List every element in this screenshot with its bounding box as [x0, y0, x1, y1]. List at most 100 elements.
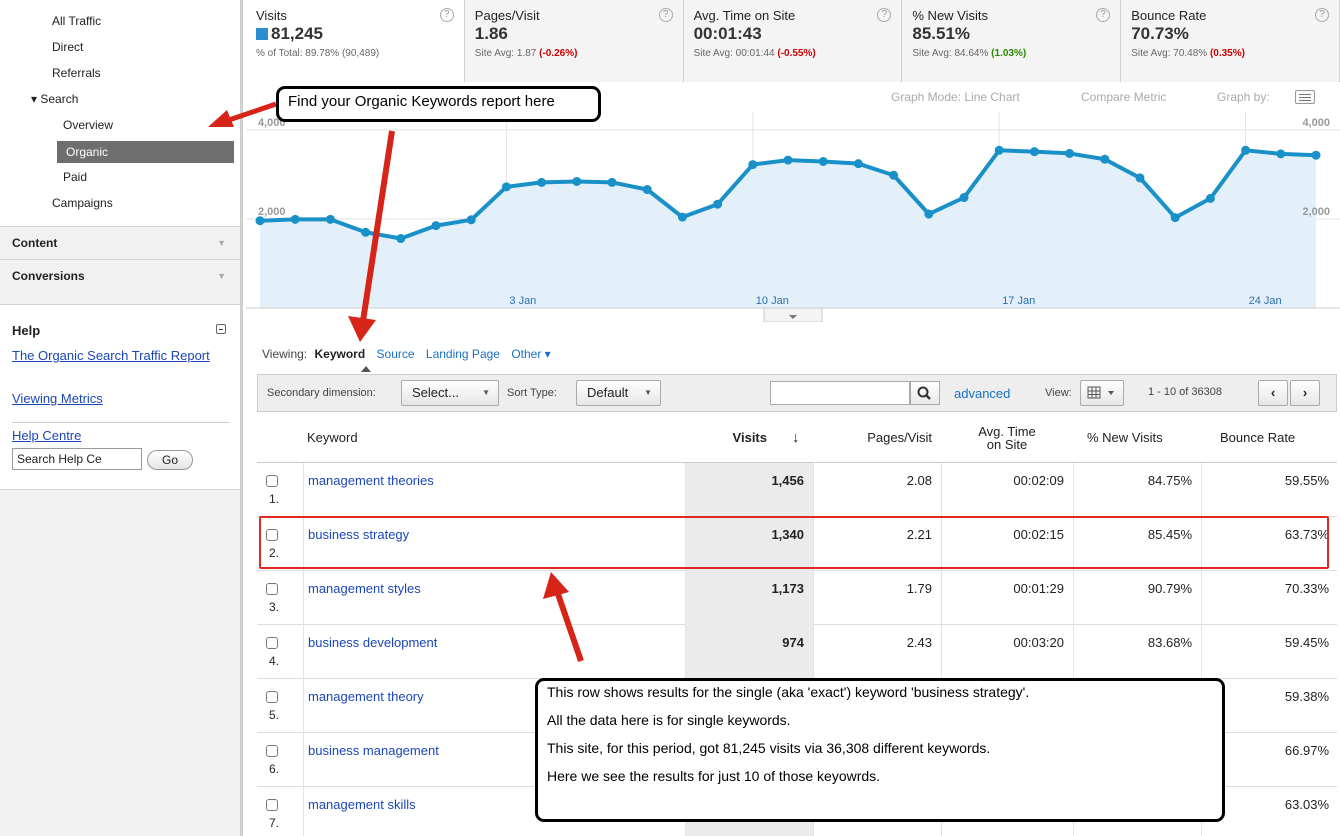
help-search-input[interactable] — [12, 448, 142, 470]
data-point — [325, 214, 335, 224]
table-header: Keyword Visits ↓ Pages/Visit Avg. Time o… — [257, 412, 1337, 463]
col-bounce-rate[interactable]: Bounce Rate — [1220, 412, 1330, 463]
row-checkbox[interactable] — [266, 583, 278, 595]
scorecard-value-text: 70.73% — [1131, 24, 1189, 43]
secondary-dimension-dropdown[interactable]: Select... ▼ — [401, 380, 499, 406]
dimension-keyword[interactable]: Keyword — [314, 347, 365, 361]
scorecard-delta: (-0.55%) — [777, 48, 816, 59]
row-number: 5. — [269, 708, 280, 722]
callout-line: Here we see the results for just 10 of t… — [547, 768, 881, 784]
help-link-viewing-metrics[interactable]: Viewing Metrics — [12, 392, 103, 406]
cell-avg-time: 00:01:29 — [941, 571, 1073, 625]
chevron-right-icon: › — [1302, 385, 1308, 400]
chevron-down-icon: ▼ — [217, 271, 226, 281]
section-conversions[interactable]: Conversions ▼ — [0, 259, 240, 291]
col-avg-time[interactable]: Avg. Time on Site — [941, 412, 1073, 463]
help-panel: Help The Organic Search Traffic Report V… — [0, 304, 240, 490]
nav-search-organic[interactable]: Organic — [57, 141, 234, 163]
scorecard-delta: (1.03%) — [991, 48, 1027, 59]
cell-new-visits: 90.79% — [1073, 571, 1201, 625]
col-visits[interactable]: Visits — [685, 412, 767, 463]
sort-descending-icon[interactable]: ↓ — [792, 412, 812, 463]
row-number: 4. — [269, 654, 280, 668]
y-tick-label-right: 4,000 — [1302, 117, 1330, 129]
row-checkbox[interactable] — [266, 799, 278, 811]
row-checkbox[interactable] — [266, 691, 278, 703]
next-page-button[interactable]: › — [1290, 380, 1320, 406]
row-checkbox[interactable] — [266, 475, 278, 487]
previous-page-button[interactable]: ‹ — [1258, 380, 1288, 406]
graph-by-icon[interactable] — [1295, 90, 1315, 104]
scorecard-label: Pages/Visit — [474, 8, 540, 23]
nav-all-traffic[interactable]: All Traffic — [52, 14, 101, 28]
data-point — [1205, 193, 1215, 203]
scorecard-value: 00:01:43 — [694, 24, 892, 44]
view-type-dropdown[interactable] — [1080, 380, 1124, 406]
sort-type-dropdown[interactable]: Default ▼ — [576, 380, 661, 406]
compare-metric-control[interactable]: Compare Metric — [1081, 90, 1166, 104]
data-point — [396, 234, 406, 244]
keyword-link[interactable]: management styles — [303, 571, 685, 625]
dimension-landing-page[interactable]: Landing Page — [426, 347, 500, 361]
nav-search-overview[interactable]: Overview — [63, 118, 113, 132]
scorecard[interactable]: Bounce Rate 70.73% Site Avg: 70.48% (0.35%… — [1121, 0, 1340, 82]
row-checkbox[interactable] — [266, 637, 278, 649]
x-tick-label: 17 Jan — [1002, 295, 1035, 307]
nav-campaigns[interactable]: Campaigns — [52, 196, 113, 210]
keyword-link[interactable]: management theories — [303, 463, 685, 517]
nav-referrals[interactable]: Referrals — [52, 66, 101, 80]
dimension-other[interactable]: Other ▾ — [511, 347, 550, 361]
table-row: 1. management theories 1,456 2.08 00:02:09 84… — [257, 463, 1337, 517]
search-icon — [917, 386, 931, 400]
section-content[interactable]: Content ▼ — [0, 226, 240, 258]
scorecard-sub-text: % of Total: 89.78% (90,489) — [256, 48, 380, 59]
graph-by-label: Graph by: — [1217, 90, 1270, 104]
viewing-label: Viewing: — [262, 347, 308, 361]
help-title: Help — [12, 323, 41, 338]
col-pages-visit[interactable]: Pages/Visit — [813, 412, 932, 463]
graph-mode-control[interactable]: Graph Mode: Line Chart — [891, 90, 1020, 104]
scorecard[interactable]: Avg. Time on Site 00:01:43 Site Avg: 00:01… — [683, 0, 903, 82]
col-keyword[interactable]: Keyword — [307, 412, 607, 463]
dimension-source[interactable]: Source — [377, 347, 415, 361]
scorecard-value-text: 85.51% — [912, 24, 971, 43]
row-checkbox[interactable] — [266, 745, 278, 757]
scorecard-label: Bounce Rate — [1131, 8, 1207, 23]
scorecard-comparison: % of Total: 89.78% (90,489) — [256, 48, 454, 59]
cell-bounce-rate: 59.45% — [1201, 625, 1337, 679]
cell-avg-time: 00:02:09 — [941, 463, 1073, 517]
divider — [12, 422, 230, 423]
help-link-organic-report[interactable]: The Organic Search Traffic Report — [12, 349, 227, 363]
cell-new-visits: 83.68% — [1073, 625, 1201, 679]
table-row: 3. management styles 1,173 1.79 00:01:29 90.7… — [257, 571, 1337, 625]
cell-visits: 1,173 — [685, 571, 813, 625]
scorecard[interactable]: Visits 81,245 % of Total: 89.78% (90,489)? — [246, 0, 465, 82]
help-question-icon[interactable]: ? — [439, 8, 454, 22]
data-point — [1135, 173, 1145, 183]
sort-type-label: Sort Type: — [507, 387, 557, 399]
collapse-icon[interactable] — [216, 324, 226, 334]
scorecard-comparison: Site Avg: 70.48% (0.35%) — [1131, 48, 1329, 59]
table-filter-input[interactable] — [770, 381, 910, 405]
data-point — [1100, 154, 1110, 164]
data-point — [959, 193, 969, 203]
search-button[interactable] — [910, 381, 940, 405]
nav-search-paid[interactable]: Paid — [63, 170, 87, 184]
caret-down-icon: ▼ — [482, 388, 490, 397]
help-centre-link[interactable]: Help Centre — [12, 429, 81, 443]
data-point — [677, 212, 687, 222]
help-question-icon[interactable]: ? — [1314, 8, 1329, 22]
advanced-filter-link[interactable]: advanced — [954, 386, 1010, 401]
cell-visits: 1,456 — [685, 463, 813, 517]
scorecard[interactable]: Pages/Visit 1.86 Site Avg: 1.87 (-0.26%)? — [464, 0, 684, 82]
callout-find-organic: Find your Organic Keywords report here — [276, 86, 601, 122]
col-new-visits[interactable]: % New Visits — [1087, 412, 1197, 463]
help-question-icon[interactable]: ? — [658, 8, 673, 22]
nav-direct[interactable]: Direct — [52, 40, 83, 54]
keyword-link[interactable]: business development — [303, 625, 685, 679]
scorecard-value: 81,245 — [256, 24, 454, 44]
cell-avg-time: 00:03:20 — [941, 625, 1073, 679]
scorecard[interactable]: % New Visits 85.51% Site Avg: 84.64% (1.03… — [902, 0, 1122, 82]
nav-search-group[interactable]: ▾ Search — [31, 92, 78, 106]
help-go-button[interactable]: Go — [147, 450, 193, 470]
